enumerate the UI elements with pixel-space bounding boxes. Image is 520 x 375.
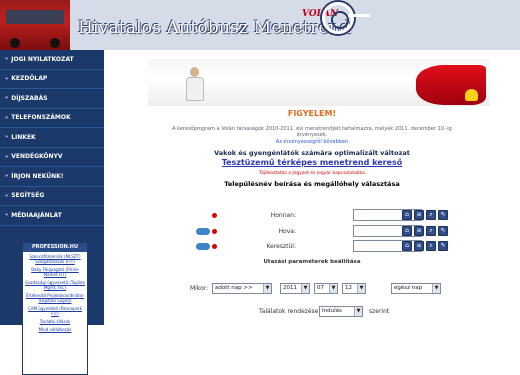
daytime-select[interactable]: egész nap ▼ xyxy=(391,283,441,294)
sidebar-item-telefonszamok[interactable]: » TELEFONSZÁMOK xyxy=(0,109,104,128)
when-row: Mikor: adott nap >> ▼ 2011 ▼ 07 ▼ 12 ▼ egész… xyxy=(104,283,520,297)
sidebar-item-jogi-nyilatkozat[interactable]: » JOGI NYILATKOZAT xyxy=(0,50,104,70)
sidebar-item-irjon-nekunk[interactable]: » ÍRJON NEKÜNK! xyxy=(0,167,104,187)
logo-arrow-icon xyxy=(348,14,370,17)
man-image xyxy=(184,67,206,103)
month-select[interactable]: 07 ▼ xyxy=(314,283,338,294)
sidebar-item-linkek[interactable]: » LINKEK xyxy=(0,128,104,148)
from-row: Honnan: ⌂ ≡ ⌕ ✎ xyxy=(104,209,520,223)
via-row: Keresztül: ⌂ ≡ ⌕ ✎ xyxy=(104,240,520,254)
year-select[interactable]: 2011 ▼ xyxy=(280,283,310,294)
promo-link[interactable]: Mind vállalkozás xyxy=(25,327,85,332)
bus-image xyxy=(0,0,70,50)
chevron-right-icon: » xyxy=(5,192,9,199)
search-icon[interactable]: ⌕ xyxy=(426,241,436,251)
via-label: Keresztül: xyxy=(266,243,296,250)
home-icon[interactable]: ⌂ xyxy=(402,210,412,220)
chevron-right-icon: » xyxy=(5,75,9,82)
promo-link[interactable]: Szervizfőmérnök (MLSZT) Szolgáltatások (… xyxy=(25,254,85,264)
chevron-down-icon: ▼ xyxy=(329,284,337,293)
chevron-right-icon: » xyxy=(5,114,9,121)
home-icon[interactable]: ⌂ xyxy=(402,226,412,236)
chevron-down-icon: ▼ xyxy=(354,307,362,316)
chevron-down-icon: ▼ xyxy=(432,284,440,293)
sort-suffix: szerint xyxy=(369,308,390,315)
edit-icon[interactable]: ✎ xyxy=(438,241,448,251)
home-icon[interactable]: ⌂ xyxy=(402,241,412,251)
site-header: Hivatalos Autóbusz Menetrend VOLÁN xyxy=(0,0,520,50)
sidebar-item-kezdolap[interactable]: » KEZDŐLAP xyxy=(0,70,104,89)
when-label: Mikor: xyxy=(190,285,209,292)
promo-link[interactable]: További állások xyxy=(25,319,85,324)
profession-promo-box: PROFESSION.HU Szervizfőmérnök (MLSZT) Sz… xyxy=(22,242,88,375)
sort-select[interactable]: Indulás ▼ xyxy=(319,306,363,317)
route-from-icon xyxy=(196,212,226,220)
edit-icon[interactable]: ✎ xyxy=(438,210,448,220)
promo-link[interactable]: Baby Főigazgató (Prime Market FIT) xyxy=(25,267,85,277)
search-icon[interactable]: ⌕ xyxy=(426,210,436,220)
section-title: Településnév beírása és megállóhely vála… xyxy=(224,180,400,188)
sidebar-item-mediaajanlat[interactable]: » MÉDIAAJÁNLAT xyxy=(0,206,104,226)
map-search-link[interactable]: Tesztüzemű térképes menetrend kereső xyxy=(104,158,520,167)
volan-logo-icon xyxy=(322,2,354,34)
chevron-right-icon: » xyxy=(5,134,9,141)
ad-banner[interactable] xyxy=(148,59,490,106)
warning-title: FIGYELEM! xyxy=(287,109,337,118)
from-label: Honnan: xyxy=(270,212,296,219)
race-car-image xyxy=(416,65,486,105)
promo-link[interactable]: Értékesítő Projektkoordinátor (Digitalis… xyxy=(25,293,85,303)
promo-link[interactable]: Gazdasági ügyvezető (Tagline Mgmt, ISC) xyxy=(25,280,85,290)
promo-link[interactable]: CAM ügyintéző (Pannopark FIT) xyxy=(25,306,85,316)
chevron-right-icon: » xyxy=(5,212,9,219)
route-to-icon xyxy=(196,228,226,236)
accessible-version-link[interactable]: Vakok és gyengénlátók számára optimalizá… xyxy=(104,149,520,157)
sidebar-item-dijszabas[interactable]: » DÍJSZABÁS xyxy=(0,89,104,109)
day-select[interactable]: 12 ▼ xyxy=(342,283,366,294)
to-row: Hova: ⌂ ≡ ⌕ ✎ xyxy=(104,225,520,239)
search-icon[interactable]: ⌕ xyxy=(426,226,436,236)
chevron-right-icon: » xyxy=(5,56,9,63)
list-icon[interactable]: ≡ xyxy=(414,241,424,251)
chevron-right-icon: » xyxy=(5,153,9,160)
sidebar-item-vendegkonyv[interactable]: » VENDÉGKÖNYV xyxy=(0,148,104,167)
sidebar-item-segitseg[interactable]: » SEGÍTSÉG xyxy=(0,187,104,206)
edit-icon[interactable]: ✎ xyxy=(438,226,448,236)
sidebar-nav: » JOGI NYILATKOZAT » KEZDŐLAP » DÍJSZABÁS »… xyxy=(0,50,104,375)
chevron-right-icon: » xyxy=(5,173,9,180)
list-icon[interactable]: ≡ xyxy=(414,226,424,236)
fare-info-link[interactable]: Tájékoztatás a Jegyzet és jegyár kapcsol… xyxy=(104,171,520,176)
validity-notice: A keresőprogram a Volán társaságok 2010-… xyxy=(172,126,452,138)
chevron-down-icon: ▼ xyxy=(263,284,271,293)
site-title: Hivatalos Autóbusz Menetrend xyxy=(78,18,351,38)
chevron-down-icon: ▼ xyxy=(301,284,309,293)
shell-logo-icon xyxy=(465,89,478,101)
chevron-down-icon: ▼ xyxy=(357,284,365,293)
promo-title: PROFESSION.HU xyxy=(23,243,87,252)
sort-row: Találatok rendezése Indulás ▼ szerint xyxy=(104,306,520,320)
chevron-right-icon: » xyxy=(5,95,9,102)
main-content: FIGYELEM! A keresőprogram a Volán társas… xyxy=(104,106,520,325)
list-icon[interactable]: ≡ xyxy=(414,210,424,220)
sort-label: Találatok rendezése xyxy=(259,308,319,315)
validity-link[interactable]: Az érvényességről bővebben xyxy=(104,139,520,145)
when-select[interactable]: adott nap >> ▼ xyxy=(212,283,272,294)
route-via-icon xyxy=(196,243,226,251)
params-title: Utazási paraméterek beállítása xyxy=(263,259,361,265)
to-label: Hova: xyxy=(278,228,296,235)
